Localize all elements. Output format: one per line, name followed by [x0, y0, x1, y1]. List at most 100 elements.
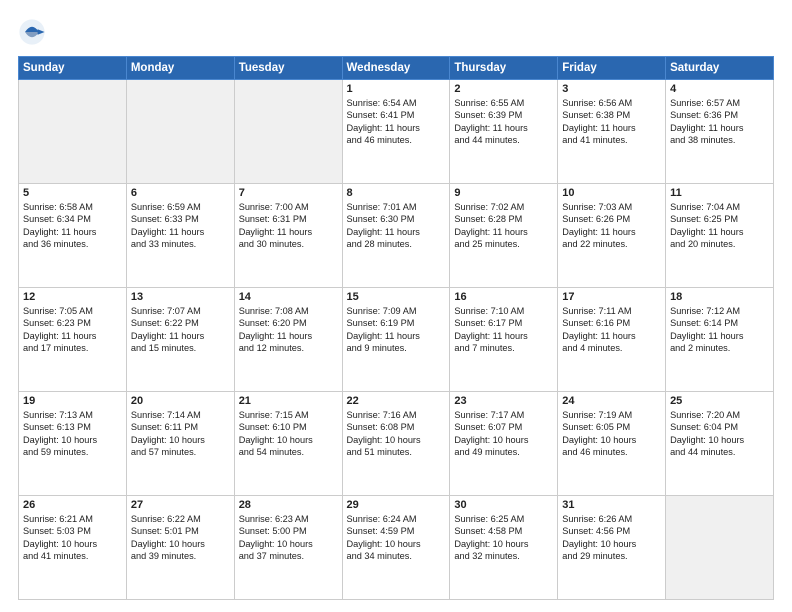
calendar-cell: 24Sunrise: 7:19 AM Sunset: 6:05 PM Dayli…: [558, 392, 666, 496]
calendar-cell: 27 Sunrise: 6:22 AM Sunset: 5:01 PM Dayli…: [126, 496, 234, 600]
day-number: 4: [670, 83, 769, 95]
day-header-tuesday: Tuesday: [234, 57, 342, 80]
week-row-4: 19 Sunrise: 7:13 AM Sunset: 6:13 PM Dayli…: [19, 392, 774, 496]
calendar-cell: 6 Sunrise: 6:59 AM Sunset: 6:33 PM Daylig…: [126, 184, 234, 288]
cell-text: Sunrise: 7:17 AM Sunset: 6:07 PM Dayligh…: [454, 409, 553, 459]
day-number: 28: [239, 499, 338, 511]
cell-text: Sunrise: 6:59 AM Sunset: 6:33 PM Dayligh…: [131, 201, 230, 251]
day-number: 2: [454, 83, 553, 95]
cell-text: Sunrise: 7:01 AM Sunset: 6:30 PM Dayligh…: [347, 201, 446, 251]
calendar-cell: 5 Sunrise: 6:58 AM Sunset: 6:34 PM Daylig…: [19, 184, 127, 288]
cell-text: Sunrise: 6:55 AM Sunset: 6:39 PM Dayligh…: [454, 97, 553, 147]
calendar-cell: 13 Sunrise: 7:07 AM Sunset: 6:22 PM Dayli…: [126, 288, 234, 392]
cell-text: Sunrise: 7:12 AM Sunset: 6:14 PM Dayligh…: [670, 305, 769, 355]
cell-text: Sunrise: 6:25 AM Sunset: 4:58 PM Dayligh…: [454, 513, 553, 563]
calendar-cell: 23Sunrise: 7:17 AM Sunset: 6:07 PM Dayli…: [450, 392, 558, 496]
day-number: 29: [347, 499, 446, 511]
cell-text: Sunrise: 7:03 AM Sunset: 6:26 PM Dayligh…: [562, 201, 661, 251]
logo: [18, 18, 48, 46]
calendar-cell: 10 Sunrise: 7:03 AM Sunset: 6:26 PM Dayli…: [558, 184, 666, 288]
calendar-cell: [234, 80, 342, 184]
cell-text: Sunrise: 7:08 AM Sunset: 6:20 PM Dayligh…: [239, 305, 338, 355]
day-number: 10: [562, 187, 661, 199]
cell-text: Sunrise: 6:56 AM Sunset: 6:38 PM Dayligh…: [562, 97, 661, 147]
day-number: 5: [23, 187, 122, 199]
day-number: 18: [670, 291, 769, 303]
calendar-cell: 20 Sunrise: 7:14 AM Sunset: 6:11 PM Dayli…: [126, 392, 234, 496]
day-header-saturday: Saturday: [666, 57, 774, 80]
cell-text: Sunrise: 6:22 AM Sunset: 5:01 PM Dayligh…: [131, 513, 230, 563]
cell-text: Sunrise: 6:24 AM Sunset: 4:59 PM Dayligh…: [347, 513, 446, 563]
cell-text: Sunrise: 6:58 AM Sunset: 6:34 PM Dayligh…: [23, 201, 122, 251]
page: SundayMondayTuesdayWednesdayThursdayFrid…: [0, 0, 792, 612]
calendar-cell: 31Sunrise: 6:26 AM Sunset: 4:56 PM Dayli…: [558, 496, 666, 600]
day-number: 9: [454, 187, 553, 199]
day-number: 30: [454, 499, 553, 511]
calendar-cell: 15 Sunrise: 7:09 AM Sunset: 6:19 PM Dayli…: [342, 288, 450, 392]
cell-text: Sunrise: 7:04 AM Sunset: 6:25 PM Dayligh…: [670, 201, 769, 251]
cell-text: Sunrise: 7:10 AM Sunset: 6:17 PM Dayligh…: [454, 305, 553, 355]
calendar-cell: 4 Sunrise: 6:57 AM Sunset: 6:36 PM Daylig…: [666, 80, 774, 184]
calendar-cell: 19 Sunrise: 7:13 AM Sunset: 6:13 PM Dayli…: [19, 392, 127, 496]
day-number: 15: [347, 291, 446, 303]
calendar-cell: 1 Sunrise: 6:54 AM Sunset: 6:41 PM Daylig…: [342, 80, 450, 184]
calendar-cell: [126, 80, 234, 184]
day-number: 19: [23, 395, 122, 407]
calendar-cell: 25Sunrise: 7:20 AM Sunset: 6:04 PM Dayli…: [666, 392, 774, 496]
cell-text: Sunrise: 6:57 AM Sunset: 6:36 PM Dayligh…: [670, 97, 769, 147]
day-number: 11: [670, 187, 769, 199]
day-number: 16: [454, 291, 553, 303]
calendar-cell: [666, 496, 774, 600]
logo-icon: [18, 18, 46, 46]
header-row: SundayMondayTuesdayWednesdayThursdayFrid…: [19, 57, 774, 80]
day-number: 26: [23, 499, 122, 511]
day-number: 13: [131, 291, 230, 303]
cell-text: Sunrise: 7:15 AM Sunset: 6:10 PM Dayligh…: [239, 409, 338, 459]
cell-text: Sunrise: 6:21 AM Sunset: 5:03 PM Dayligh…: [23, 513, 122, 563]
calendar-cell: 22Sunrise: 7:16 AM Sunset: 6:08 PM Dayli…: [342, 392, 450, 496]
day-number: 6: [131, 187, 230, 199]
week-row-5: 26 Sunrise: 6:21 AM Sunset: 5:03 PM Dayli…: [19, 496, 774, 600]
calendar-cell: 30 Sunrise: 6:25 AM Sunset: 4:58 PM Dayli…: [450, 496, 558, 600]
calendar-cell: 26 Sunrise: 6:21 AM Sunset: 5:03 PM Dayli…: [19, 496, 127, 600]
cell-text: Sunrise: 7:05 AM Sunset: 6:23 PM Dayligh…: [23, 305, 122, 355]
day-header-sunday: Sunday: [19, 57, 127, 80]
calendar-cell: 11 Sunrise: 7:04 AM Sunset: 6:25 PM Dayli…: [666, 184, 774, 288]
cell-text: Sunrise: 7:00 AM Sunset: 6:31 PM Dayligh…: [239, 201, 338, 251]
week-row-1: 1 Sunrise: 6:54 AM Sunset: 6:41 PM Daylig…: [19, 80, 774, 184]
calendar-cell: 29 Sunrise: 6:24 AM Sunset: 4:59 PM Dayli…: [342, 496, 450, 600]
day-number: 12: [23, 291, 122, 303]
calendar-cell: 12 Sunrise: 7:05 AM Sunset: 6:23 PM Dayli…: [19, 288, 127, 392]
day-header-friday: Friday: [558, 57, 666, 80]
calendar-cell: 28Sunrise: 6:23 AM Sunset: 5:00 PM Dayli…: [234, 496, 342, 600]
header: [18, 18, 774, 50]
day-number: 8: [347, 187, 446, 199]
calendar-cell: 2 Sunrise: 6:55 AM Sunset: 6:39 PM Daylig…: [450, 80, 558, 184]
day-number: 17: [562, 291, 661, 303]
calendar-cell: 3 Sunrise: 6:56 AM Sunset: 6:38 PM Daylig…: [558, 80, 666, 184]
day-number: 3: [562, 83, 661, 95]
day-number: 27: [131, 499, 230, 511]
cell-text: Sunrise: 7:13 AM Sunset: 6:13 PM Dayligh…: [23, 409, 122, 459]
day-number: 22: [347, 395, 446, 407]
cell-text: Sunrise: 6:54 AM Sunset: 6:41 PM Dayligh…: [347, 97, 446, 147]
calendar-cell: 21 Sunrise: 7:15 AM Sunset: 6:10 PM Dayli…: [234, 392, 342, 496]
day-header-wednesday: Wednesday: [342, 57, 450, 80]
day-number: 20: [131, 395, 230, 407]
cell-text: Sunrise: 7:07 AM Sunset: 6:22 PM Dayligh…: [131, 305, 230, 355]
day-number: 1: [347, 83, 446, 95]
week-row-3: 12 Sunrise: 7:05 AM Sunset: 6:23 PM Dayli…: [19, 288, 774, 392]
day-header-monday: Monday: [126, 57, 234, 80]
day-number: 31: [562, 499, 661, 511]
calendar-cell: 9Sunrise: 7:02 AM Sunset: 6:28 PM Daylig…: [450, 184, 558, 288]
cell-text: Sunrise: 7:09 AM Sunset: 6:19 PM Dayligh…: [347, 305, 446, 355]
calendar-cell: 8 Sunrise: 7:01 AM Sunset: 6:30 PM Daylig…: [342, 184, 450, 288]
day-number: 7: [239, 187, 338, 199]
cell-text: Sunrise: 7:14 AM Sunset: 6:11 PM Dayligh…: [131, 409, 230, 459]
cell-text: Sunrise: 7:19 AM Sunset: 6:05 PM Dayligh…: [562, 409, 661, 459]
cell-text: Sunrise: 7:20 AM Sunset: 6:04 PM Dayligh…: [670, 409, 769, 459]
day-number: 21: [239, 395, 338, 407]
day-number: 14: [239, 291, 338, 303]
calendar-cell: 14 Sunrise: 7:08 AM Sunset: 6:20 PM Dayli…: [234, 288, 342, 392]
calendar-cell: [19, 80, 127, 184]
